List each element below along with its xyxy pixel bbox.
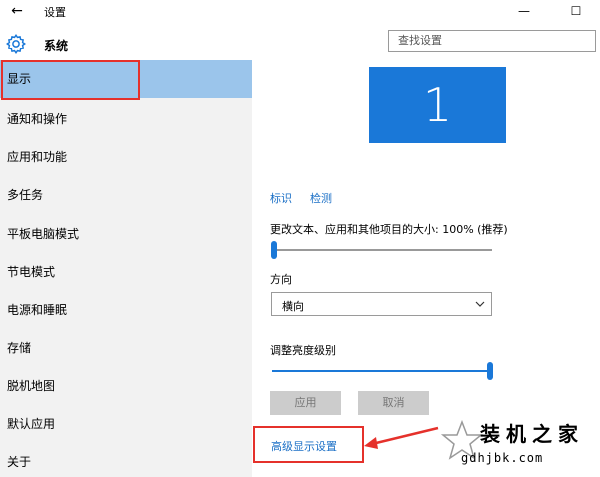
settings-window: ← 设置 — ☐ 系统 查找设置 显示 通知和操作 应用和功能 多任务 平板电脑… [0,0,600,477]
orientation-label: 方向 [270,273,292,286]
brightness-slider-thumb[interactable] [487,362,493,380]
back-arrow-icon[interactable]: ← [8,2,26,20]
sidebar-item-offline-maps[interactable]: 脱机地图 [0,367,252,405]
title-bar: ← 设置 — ☐ [0,0,600,24]
window-title: 设置 [44,6,66,19]
section-title: 系统 [44,39,69,53]
search-input[interactable]: 查找设置 [388,30,596,52]
apply-button[interactable]: 应用 [270,391,341,415]
annotation-highlight-advanced [253,426,364,463]
sidebar: 显示 通知和操作 应用和功能 多任务 平板电脑模式 节电模式 电源和睡眠 存储 … [0,60,252,477]
orientation-select[interactable]: 横向 [271,292,492,316]
watermark: 装机之家 gdhjbk.com [440,418,600,477]
watermark-url: gdhjbk.com [461,451,544,465]
scale-label: 更改文本、应用和其他项目的大小: 100% (推荐) [270,223,508,236]
maximize-button[interactable]: ☐ [566,2,586,20]
minimize-button[interactable]: — [514,2,534,20]
sidebar-item-default-apps[interactable]: 默认应用 [0,405,252,443]
scale-slider-thumb[interactable] [271,241,277,259]
gear-icon [6,34,26,54]
scale-slider-track[interactable] [272,249,492,251]
sidebar-item-power-sleep[interactable]: 电源和睡眠 [0,291,252,329]
annotation-highlight-display [1,60,140,100]
watermark-title: 装机之家 [480,422,584,446]
brightness-slider-fill[interactable] [272,370,490,372]
sidebar-item-battery-saver[interactable]: 节电模式 [0,253,252,291]
detect-link[interactable]: 检测 [310,190,332,206]
identify-link[interactable]: 标识 [270,190,292,206]
sidebar-item-notifications[interactable]: 通知和操作 [0,100,252,138]
sidebar-item-multitasking[interactable]: 多任务 [0,176,252,214]
sidebar-item-apps[interactable]: 应用和功能 [0,138,252,176]
sidebar-item-storage[interactable]: 存储 [0,329,252,367]
orientation-value: 横向 [282,300,304,313]
chevron-down-icon [475,301,485,307]
brightness-label: 调整亮度级别 [270,344,336,357]
sidebar-item-tablet-mode[interactable]: 平板电脑模式 [0,215,252,253]
sidebar-item-about[interactable]: 关于 [0,443,252,477]
cancel-button[interactable]: 取消 [358,391,429,415]
monitor-tile[interactable]: 1 [369,67,506,143]
annotation-arrow-icon [364,426,439,449]
